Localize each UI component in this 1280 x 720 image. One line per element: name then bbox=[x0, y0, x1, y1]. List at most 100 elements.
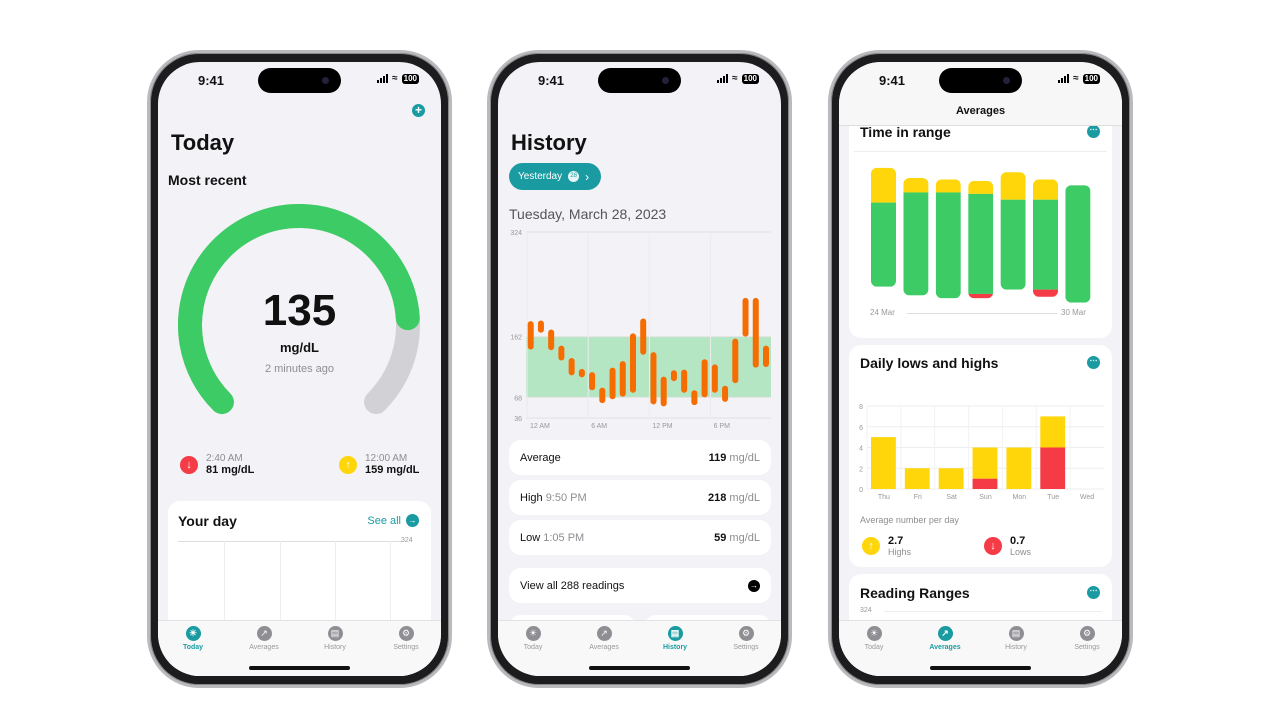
home-indicator bbox=[930, 666, 1031, 670]
glucose-range-bar bbox=[691, 390, 698, 406]
lows-label: Lows bbox=[1010, 547, 1032, 557]
axis-label: 324 bbox=[860, 607, 872, 614]
glucose-range-bar bbox=[527, 321, 534, 350]
in-range-segment bbox=[871, 202, 896, 287]
tab-settings[interactable]: ⚙ Settings bbox=[376, 626, 436, 651]
card-title: Time in range bbox=[860, 124, 951, 140]
calendar-icon: ▤ bbox=[667, 626, 683, 641]
y-tick-label: 2 bbox=[859, 466, 863, 473]
tab-label: Averages bbox=[589, 644, 619, 651]
time-in-range-card: Time in range ⋯ 24 Mar 30 Mar bbox=[849, 102, 1112, 338]
tab-averages[interactable]: ↗ Averages bbox=[574, 626, 634, 651]
x-tick-label: 6 AM bbox=[591, 423, 607, 430]
home-indicator bbox=[589, 666, 690, 670]
stat-unit: mg/dL bbox=[729, 451, 760, 464]
highs-bar bbox=[1006, 447, 1032, 489]
tab-averages[interactable]: ↗ Averages bbox=[915, 626, 975, 651]
card-title: Reading Ranges bbox=[860, 585, 970, 601]
lows-summary: ↓ 0.7 Lows bbox=[984, 535, 1031, 557]
sun-icon: ☀ bbox=[866, 626, 882, 641]
glucose-range-bar bbox=[568, 357, 575, 376]
highs-summary: ↑ 2.7 Highs bbox=[862, 535, 911, 557]
arrow-up-icon: ↑ bbox=[862, 537, 880, 555]
glucose-range-bar bbox=[660, 376, 667, 407]
glucose-value: 135 bbox=[262, 286, 337, 335]
low-value: 81 mg/dL bbox=[206, 464, 255, 476]
battery-icon: 100 bbox=[741, 73, 759, 84]
status-time: 9:41 bbox=[878, 73, 906, 88]
tab-averages[interactable]: ↗ Averages bbox=[234, 626, 294, 651]
x-tick-label: Mon bbox=[1013, 494, 1027, 501]
glucose-range-bar bbox=[589, 372, 596, 391]
glucose-range-bar bbox=[609, 367, 616, 400]
stat-label: Average bbox=[520, 451, 561, 464]
lows-bar bbox=[1040, 447, 1066, 489]
stat-label: Low bbox=[520, 531, 541, 544]
high-segment bbox=[935, 179, 961, 193]
status-icons: ≈100 bbox=[717, 73, 759, 84]
arrow-up-icon: ↑ bbox=[339, 455, 357, 474]
daily-lows-highs-card: Daily lows and highs ⋯ 8 6 4 2 0 Thu Fri Sat Sun… bbox=[849, 345, 1112, 567]
tab-today[interactable]: ☀ Today bbox=[844, 626, 904, 651]
stat-unit: mg/dL bbox=[729, 491, 760, 504]
y-tick-label: 36 bbox=[514, 416, 522, 423]
more-button[interactable]: ⋯ bbox=[1087, 586, 1100, 599]
x-tick-label: Sun bbox=[979, 494, 992, 501]
see-all-link[interactable]: See all → bbox=[367, 514, 419, 527]
stat-row-high[interactable]: High 9:50 PM 218 mg/dL bbox=[509, 480, 771, 515]
time-in-range-bar bbox=[935, 179, 961, 299]
tab-history[interactable]: ▤ History bbox=[986, 626, 1046, 651]
status-time: 9:41 bbox=[537, 73, 565, 88]
tab-today[interactable]: ☀ Today bbox=[503, 626, 563, 651]
time-in-range-bar bbox=[1000, 172, 1026, 290]
in-range-segment bbox=[1033, 199, 1058, 290]
tab-today[interactable]: ☀ Today bbox=[163, 626, 223, 651]
x-tick-label: Sat bbox=[946, 494, 957, 501]
y-tick-label: 0 bbox=[859, 487, 863, 494]
axis-label: 324 bbox=[401, 537, 413, 544]
tab-history[interactable]: ▤ History bbox=[645, 626, 705, 651]
battery-icon: 100 bbox=[1082, 73, 1100, 84]
x-tick-label: 6 PM bbox=[714, 423, 731, 430]
glucose-range-bar bbox=[558, 345, 565, 361]
stat-time: 9:50 PM bbox=[545, 491, 587, 504]
low-segment bbox=[1033, 289, 1058, 297]
daily-lows-highs-chart: 8 6 4 2 0 Thu Fri Sat Sun Mon Tue Wed bbox=[859, 404, 1104, 501]
gear-icon: ⚙ bbox=[1079, 626, 1095, 641]
more-button[interactable]: ⋯ bbox=[1087, 125, 1100, 138]
tab-settings[interactable]: ⚙ Settings bbox=[716, 626, 776, 651]
dynamic-island bbox=[939, 68, 1022, 93]
stat-row-low[interactable]: Low 1:05 PM 59 mg/dL bbox=[509, 520, 771, 555]
date-filter-button[interactable]: Yesterday 28 › bbox=[509, 163, 601, 190]
glucose-range-bar bbox=[548, 329, 555, 351]
y-tick-label: 8 bbox=[859, 404, 863, 411]
calendar-badge: 28 bbox=[568, 171, 580, 182]
see-all-label: See all bbox=[367, 514, 401, 527]
high-value: 159 mg/dL bbox=[365, 464, 420, 476]
in-range-segment bbox=[903, 192, 929, 296]
high-time: 12:00 AM bbox=[365, 453, 408, 464]
y-tick-label: 4 bbox=[859, 446, 863, 453]
glucose-range-bar bbox=[711, 364, 718, 393]
grid-line bbox=[178, 541, 403, 542]
stat-time: 1:05 PM bbox=[543, 531, 585, 544]
stat-row-average[interactable]: Average 119 mg/dL bbox=[509, 440, 771, 475]
tab-settings[interactable]: ⚙ Settings bbox=[1057, 626, 1117, 651]
tab-label: Settings bbox=[733, 644, 759, 651]
wifi-icon: ≈ bbox=[732, 73, 738, 84]
time-in-range-bar bbox=[903, 177, 929, 296]
tab-history[interactable]: ▤ History bbox=[305, 626, 365, 651]
averages-screen: Time in range ⋯ 24 Mar 30 Mar 9:41 ≈100 … bbox=[839, 62, 1122, 676]
tab-label: Today bbox=[523, 644, 543, 651]
tab-label: Settings bbox=[1074, 644, 1100, 651]
view-all-readings-button[interactable]: View all 288 readings → bbox=[509, 568, 771, 603]
signal-icon bbox=[717, 74, 729, 83]
chart-icon: ↗ bbox=[596, 626, 612, 641]
stat-label: High bbox=[520, 491, 543, 504]
more-button[interactable]: ⋯ bbox=[1087, 356, 1100, 369]
glucose-range-bar bbox=[578, 368, 585, 378]
tab-label: Averages bbox=[249, 644, 279, 651]
start-date-label: 24 Mar bbox=[870, 308, 895, 317]
highs-bar bbox=[1040, 416, 1066, 448]
view-all-label: View all 288 readings bbox=[520, 579, 625, 592]
